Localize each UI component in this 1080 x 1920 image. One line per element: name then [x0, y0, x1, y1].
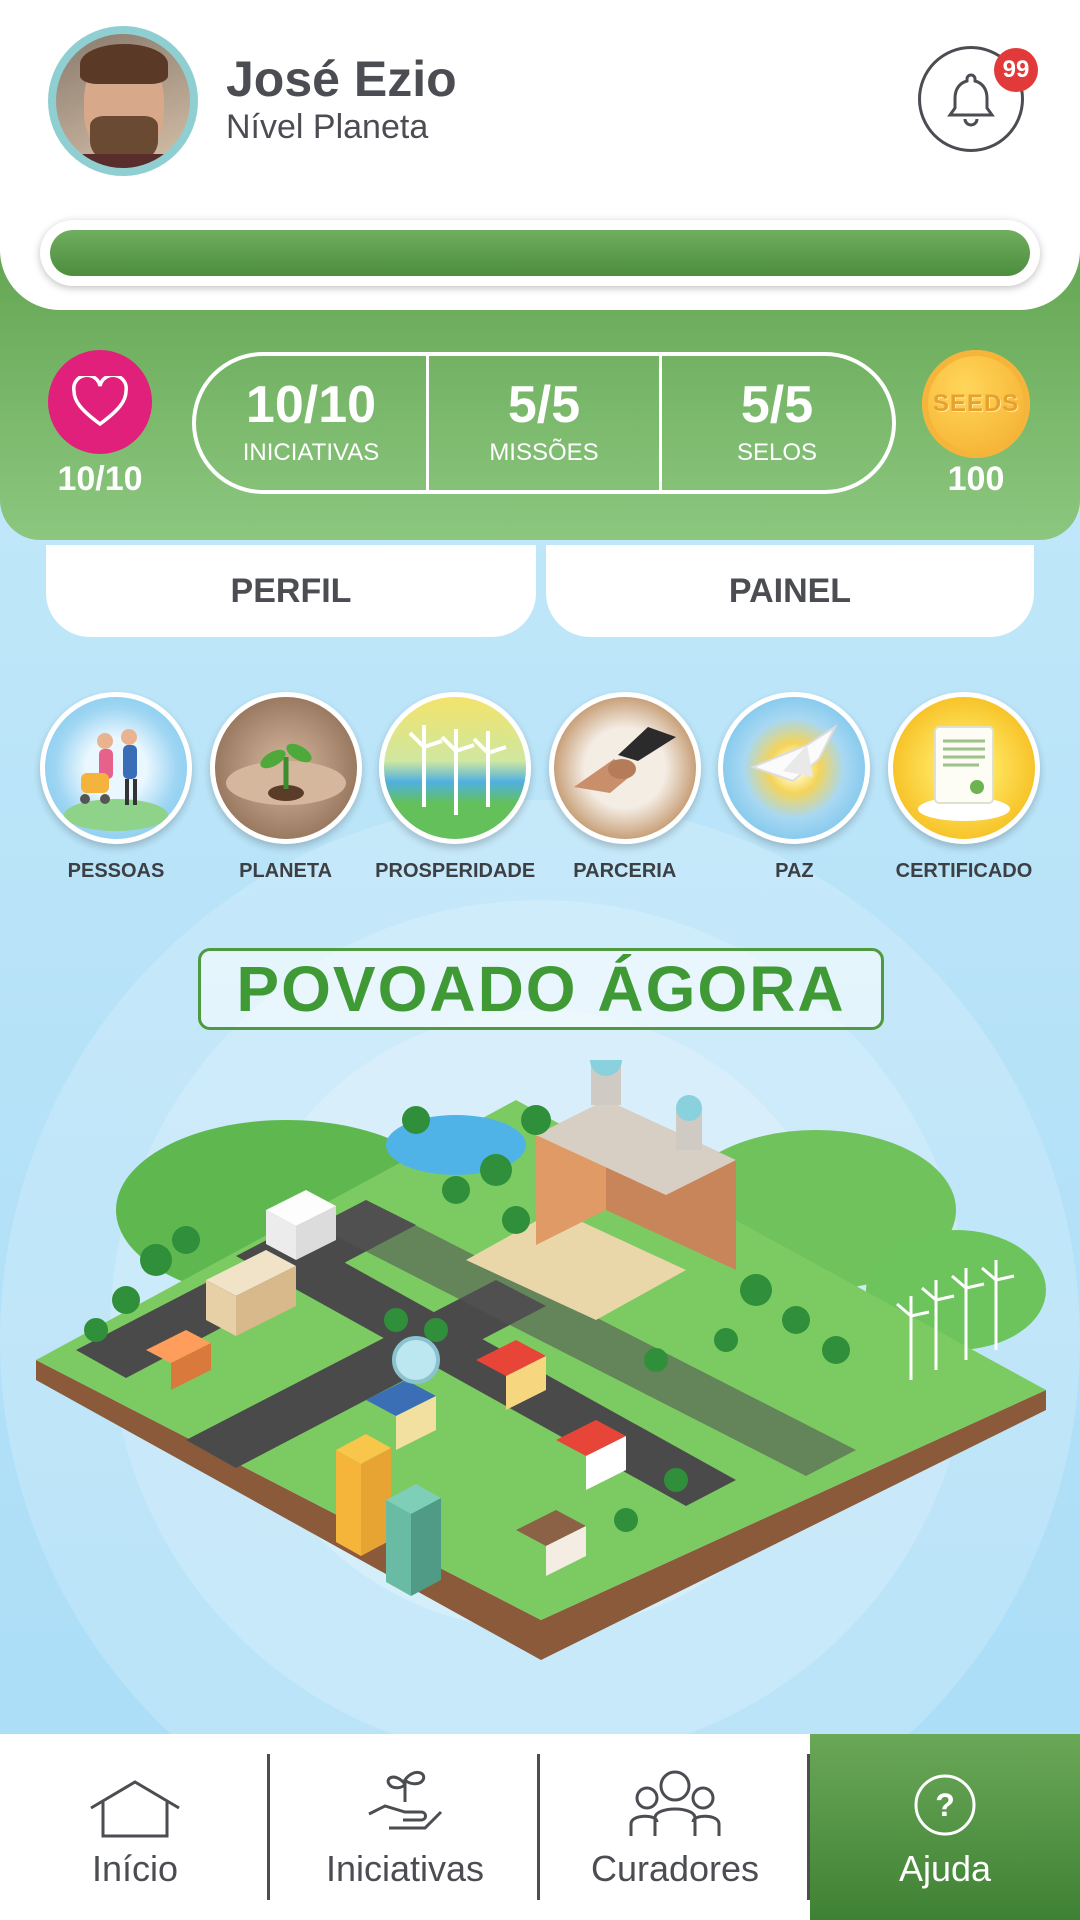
- coin-label: SEEDS: [932, 390, 1020, 417]
- level-progress-fill: [50, 230, 1030, 276]
- bell-icon: [947, 73, 995, 127]
- user-name: José Ezio: [226, 51, 457, 107]
- nav-ajuda[interactable]: ? Ajuda: [810, 1734, 1080, 1920]
- village-title-banner: POVOADO ÁGORA: [198, 948, 884, 1030]
- seeds-coin-icon: SEEDS: [922, 350, 1030, 458]
- dove-icon: [718, 692, 871, 844]
- category-planeta[interactable]: PLANETA: [209, 692, 362, 883]
- category-list: PESSOAS PLANETA PROSPERIDADE PARCERIA PA…: [40, 692, 1040, 883]
- nav-label: Ajuda: [898, 1848, 992, 1889]
- people-group-icon: [629, 1770, 721, 1836]
- stat-missoes[interactable]: 5/5 MISSÕES: [426, 356, 659, 490]
- avatar[interactable]: [48, 26, 198, 176]
- nav-inicio[interactable]: Início: [0, 1734, 270, 1920]
- people-icon: [40, 692, 192, 844]
- profile-header: José Ezio Nível Planeta 99: [0, 0, 1080, 310]
- category-label: PLANETA: [239, 860, 333, 882]
- category-label: PROSPERIDADE: [375, 860, 536, 882]
- tab-painel[interactable]: PAINEL: [546, 545, 1034, 637]
- home-icon: [90, 1780, 180, 1838]
- sprout-icon: [209, 692, 362, 844]
- category-label: PARCERIA: [573, 860, 677, 882]
- handshake-icon: [548, 692, 701, 844]
- stat-selos[interactable]: 5/5 SELOS: [659, 356, 892, 490]
- stat-value: 10/10: [245, 376, 377, 434]
- wind-turbine-icon: [379, 692, 532, 844]
- stat-iniciativas[interactable]: 10/10 INICIATIVAS: [196, 356, 426, 490]
- hand-plant-icon: [368, 1771, 443, 1830]
- bottom-navigation: Início Iniciativas Curadores ? Ajuda: [0, 1734, 1080, 1920]
- tab-perfil[interactable]: PERFIL: [46, 545, 536, 637]
- category-label: CERTIFICADO: [895, 860, 1033, 882]
- lives-heart: [48, 350, 152, 454]
- svg-text:?: ?: [935, 1787, 955, 1823]
- certificate-icon: [887, 692, 1040, 844]
- nav-label: Início: [91, 1848, 179, 1889]
- stat-label: INICIATIVAS: [242, 439, 380, 466]
- heart-icon: [72, 376, 128, 427]
- fountain: [392, 1336, 440, 1384]
- category-parceria[interactable]: PARCERIA: [548, 692, 701, 883]
- nav-iniciativas[interactable]: Iniciativas: [270, 1734, 540, 1920]
- nav-label: Curadores: [590, 1848, 760, 1889]
- category-certificado[interactable]: CERTIFICADO: [887, 692, 1040, 883]
- stat-value: 5/5: [740, 376, 814, 434]
- stat-label: MISSÕES: [489, 439, 599, 466]
- level-progress-bar: [40, 220, 1040, 286]
- category-label: PESSOAS: [67, 860, 165, 882]
- stat-label: SELOS: [736, 439, 818, 466]
- category-prosperidade[interactable]: PROSPERIDADE: [375, 692, 535, 883]
- category-label: PAZ: [775, 860, 814, 882]
- stats-summary: 10/10 INICIATIVAS 5/5 MISSÕES 5/5 SELOS: [192, 352, 896, 494]
- user-level: Nível Planeta: [226, 108, 429, 146]
- nav-label: Iniciativas: [325, 1848, 485, 1889]
- notification-badge: 99: [994, 48, 1038, 92]
- help-icon: ?: [914, 1774, 976, 1836]
- stat-value: 5/5: [507, 376, 581, 434]
- category-paz[interactable]: PAZ: [718, 692, 871, 883]
- lives-count: 10/10: [57, 460, 143, 498]
- nav-curadores[interactable]: Curadores: [540, 1734, 810, 1920]
- village-map[interactable]: [36, 1060, 1046, 1690]
- category-pessoas[interactable]: PESSOAS: [40, 692, 192, 883]
- coins-count: 100: [947, 460, 1005, 498]
